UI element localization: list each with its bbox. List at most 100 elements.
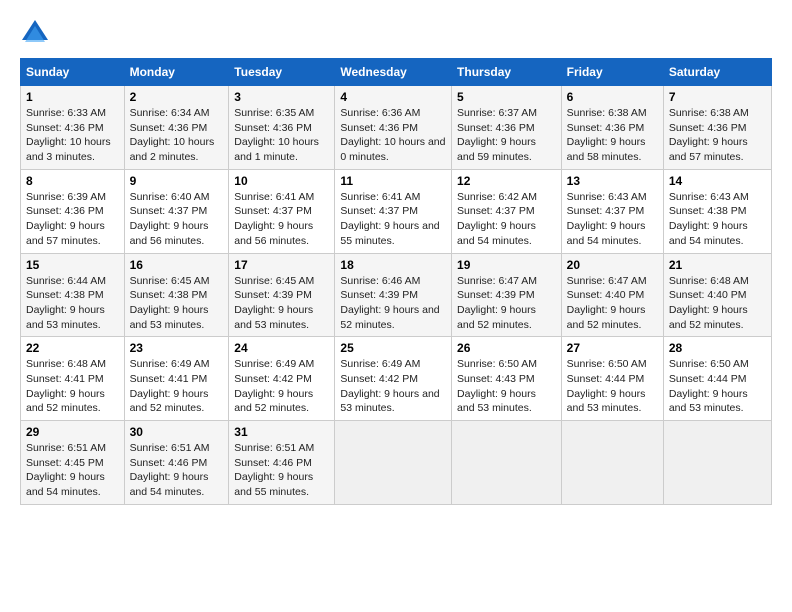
day-info: Sunrise: 6:49 AMSunset: 4:42 PMDaylight:… — [234, 358, 314, 414]
day-info: Sunrise: 6:48 AMSunset: 4:41 PMDaylight:… — [26, 358, 106, 414]
calendar-cell: 5 Sunrise: 6:37 AMSunset: 4:36 PMDayligh… — [452, 86, 562, 170]
calendar-cell: 10 Sunrise: 6:41 AMSunset: 4:37 PMDaylig… — [229, 169, 335, 253]
day-info: Sunrise: 6:38 AMSunset: 4:36 PMDaylight:… — [669, 107, 749, 163]
calendar-cell — [335, 421, 452, 505]
calendar-cell: 11 Sunrise: 6:41 AMSunset: 4:37 PMDaylig… — [335, 169, 452, 253]
calendar-cell: 3 Sunrise: 6:35 AMSunset: 4:36 PMDayligh… — [229, 86, 335, 170]
calendar-cell: 30 Sunrise: 6:51 AMSunset: 4:46 PMDaylig… — [124, 421, 229, 505]
calendar-cell: 18 Sunrise: 6:46 AMSunset: 4:39 PMDaylig… — [335, 253, 452, 337]
day-number: 24 — [234, 341, 329, 355]
day-number: 22 — [26, 341, 119, 355]
calendar-cell: 9 Sunrise: 6:40 AMSunset: 4:37 PMDayligh… — [124, 169, 229, 253]
day-info: Sunrise: 6:36 AMSunset: 4:36 PMDaylight:… — [340, 107, 445, 163]
calendar-cell: 17 Sunrise: 6:45 AMSunset: 4:39 PMDaylig… — [229, 253, 335, 337]
calendar-week-row: 15 Sunrise: 6:44 AMSunset: 4:38 PMDaylig… — [21, 253, 772, 337]
calendar-cell: 24 Sunrise: 6:49 AMSunset: 4:42 PMDaylig… — [229, 337, 335, 421]
weekday-header: Wednesday — [335, 59, 452, 86]
day-info: Sunrise: 6:39 AMSunset: 4:36 PMDaylight:… — [26, 191, 106, 247]
day-info: Sunrise: 6:50 AMSunset: 4:43 PMDaylight:… — [457, 358, 537, 414]
weekday-header: Thursday — [452, 59, 562, 86]
day-info: Sunrise: 6:48 AMSunset: 4:40 PMDaylight:… — [669, 275, 749, 331]
logo-icon — [20, 18, 50, 48]
day-number: 4 — [340, 90, 446, 104]
weekday-header: Tuesday — [229, 59, 335, 86]
calendar-cell: 29 Sunrise: 6:51 AMSunset: 4:45 PMDaylig… — [21, 421, 125, 505]
calendar-cell: 2 Sunrise: 6:34 AMSunset: 4:36 PMDayligh… — [124, 86, 229, 170]
calendar-cell: 20 Sunrise: 6:47 AMSunset: 4:40 PMDaylig… — [561, 253, 663, 337]
calendar-cell: 27 Sunrise: 6:50 AMSunset: 4:44 PMDaylig… — [561, 337, 663, 421]
calendar-cell: 12 Sunrise: 6:42 AMSunset: 4:37 PMDaylig… — [452, 169, 562, 253]
calendar-cell: 19 Sunrise: 6:47 AMSunset: 4:39 PMDaylig… — [452, 253, 562, 337]
calendar-cell: 22 Sunrise: 6:48 AMSunset: 4:41 PMDaylig… — [21, 337, 125, 421]
day-number: 11 — [340, 174, 446, 188]
day-number: 14 — [669, 174, 766, 188]
day-number: 23 — [130, 341, 224, 355]
day-info: Sunrise: 6:34 AMSunset: 4:36 PMDaylight:… — [130, 107, 215, 163]
day-info: Sunrise: 6:49 AMSunset: 4:41 PMDaylight:… — [130, 358, 210, 414]
day-info: Sunrise: 6:51 AMSunset: 4:45 PMDaylight:… — [26, 442, 106, 498]
calendar-cell: 16 Sunrise: 6:45 AMSunset: 4:38 PMDaylig… — [124, 253, 229, 337]
day-info: Sunrise: 6:46 AMSunset: 4:39 PMDaylight:… — [340, 275, 439, 331]
calendar-cell: 23 Sunrise: 6:49 AMSunset: 4:41 PMDaylig… — [124, 337, 229, 421]
day-info: Sunrise: 6:35 AMSunset: 4:36 PMDaylight:… — [234, 107, 319, 163]
day-number: 9 — [130, 174, 224, 188]
weekday-header: Saturday — [663, 59, 771, 86]
header — [20, 18, 772, 48]
calendar-cell: 6 Sunrise: 6:38 AMSunset: 4:36 PMDayligh… — [561, 86, 663, 170]
day-number: 28 — [669, 341, 766, 355]
day-info: Sunrise: 6:40 AMSunset: 4:37 PMDaylight:… — [130, 191, 210, 247]
day-number: 3 — [234, 90, 329, 104]
weekday-header: Monday — [124, 59, 229, 86]
calendar-cell: 13 Sunrise: 6:43 AMSunset: 4:37 PMDaylig… — [561, 169, 663, 253]
calendar-cell: 25 Sunrise: 6:49 AMSunset: 4:42 PMDaylig… — [335, 337, 452, 421]
day-info: Sunrise: 6:33 AMSunset: 4:36 PMDaylight:… — [26, 107, 111, 163]
calendar-week-row: 1 Sunrise: 6:33 AMSunset: 4:36 PMDayligh… — [21, 86, 772, 170]
day-number: 16 — [130, 258, 224, 272]
calendar-week-row: 22 Sunrise: 6:48 AMSunset: 4:41 PMDaylig… — [21, 337, 772, 421]
day-number: 13 — [567, 174, 658, 188]
day-number: 20 — [567, 258, 658, 272]
day-info: Sunrise: 6:43 AMSunset: 4:37 PMDaylight:… — [567, 191, 647, 247]
calendar-cell: 7 Sunrise: 6:38 AMSunset: 4:36 PMDayligh… — [663, 86, 771, 170]
day-number: 6 — [567, 90, 658, 104]
day-number: 7 — [669, 90, 766, 104]
day-number: 1 — [26, 90, 119, 104]
day-number: 2 — [130, 90, 224, 104]
day-number: 12 — [457, 174, 556, 188]
calendar-cell: 26 Sunrise: 6:50 AMSunset: 4:43 PMDaylig… — [452, 337, 562, 421]
calendar-week-row: 29 Sunrise: 6:51 AMSunset: 4:45 PMDaylig… — [21, 421, 772, 505]
day-number: 8 — [26, 174, 119, 188]
calendar-week-row: 8 Sunrise: 6:39 AMSunset: 4:36 PMDayligh… — [21, 169, 772, 253]
logo — [20, 18, 54, 48]
day-info: Sunrise: 6:50 AMSunset: 4:44 PMDaylight:… — [567, 358, 647, 414]
day-number: 10 — [234, 174, 329, 188]
weekday-header: Friday — [561, 59, 663, 86]
day-number: 30 — [130, 425, 224, 439]
day-info: Sunrise: 6:45 AMSunset: 4:39 PMDaylight:… — [234, 275, 314, 331]
day-info: Sunrise: 6:51 AMSunset: 4:46 PMDaylight:… — [234, 442, 314, 498]
day-number: 21 — [669, 258, 766, 272]
calendar-cell — [452, 421, 562, 505]
calendar-cell — [663, 421, 771, 505]
day-info: Sunrise: 6:41 AMSunset: 4:37 PMDaylight:… — [234, 191, 314, 247]
day-number: 19 — [457, 258, 556, 272]
day-number: 25 — [340, 341, 446, 355]
day-info: Sunrise: 6:49 AMSunset: 4:42 PMDaylight:… — [340, 358, 439, 414]
calendar-cell: 31 Sunrise: 6:51 AMSunset: 4:46 PMDaylig… — [229, 421, 335, 505]
calendar-cell: 15 Sunrise: 6:44 AMSunset: 4:38 PMDaylig… — [21, 253, 125, 337]
day-number: 29 — [26, 425, 119, 439]
calendar-cell — [561, 421, 663, 505]
page-container: SundayMondayTuesdayWednesdayThursdayFrid… — [0, 0, 792, 515]
day-number: 31 — [234, 425, 329, 439]
day-number: 18 — [340, 258, 446, 272]
weekday-header: Sunday — [21, 59, 125, 86]
day-number: 26 — [457, 341, 556, 355]
day-info: Sunrise: 6:51 AMSunset: 4:46 PMDaylight:… — [130, 442, 210, 498]
calendar-cell: 28 Sunrise: 6:50 AMSunset: 4:44 PMDaylig… — [663, 337, 771, 421]
day-info: Sunrise: 6:43 AMSunset: 4:38 PMDaylight:… — [669, 191, 749, 247]
calendar-cell: 8 Sunrise: 6:39 AMSunset: 4:36 PMDayligh… — [21, 169, 125, 253]
day-info: Sunrise: 6:41 AMSunset: 4:37 PMDaylight:… — [340, 191, 439, 247]
day-number: 17 — [234, 258, 329, 272]
day-info: Sunrise: 6:47 AMSunset: 4:39 PMDaylight:… — [457, 275, 537, 331]
day-number: 27 — [567, 341, 658, 355]
